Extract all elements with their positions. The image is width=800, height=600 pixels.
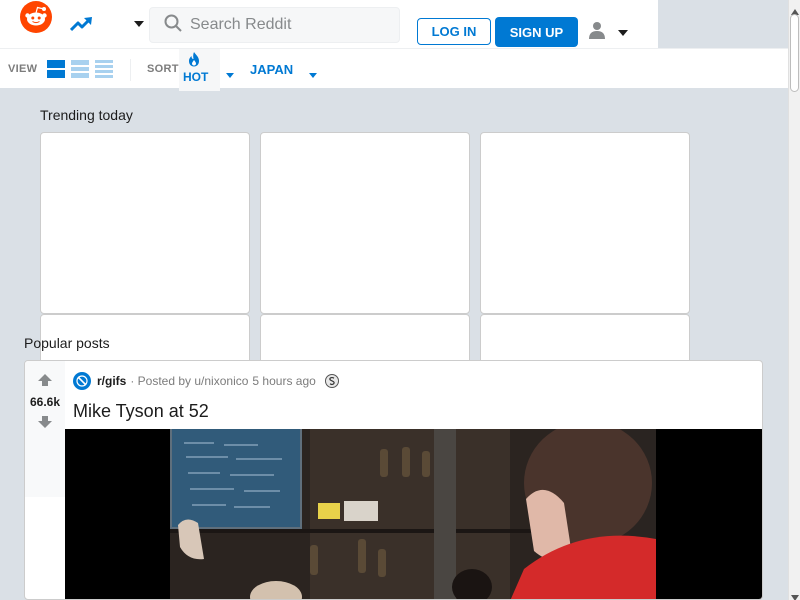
chevron-down-icon — [618, 23, 628, 41]
reddit-logo-icon[interactable] — [20, 1, 52, 33]
award-icon[interactable] — [324, 373, 340, 389]
user-menu[interactable] — [588, 20, 638, 44]
chevron-down-icon[interactable] — [226, 65, 234, 83]
user-icon — [588, 21, 606, 44]
view-label: VIEW — [8, 63, 38, 75]
sort-label: SORT — [147, 63, 179, 75]
signup-button[interactable]: SIGN UP — [495, 17, 578, 47]
divider — [130, 59, 131, 81]
scroll-thumb[interactable] — [790, 14, 799, 92]
downvote-arrow-icon[interactable] — [37, 415, 53, 434]
trending-card[interactable] — [40, 132, 250, 314]
trending-title: Trending today — [40, 107, 133, 123]
post-time: 5 hours ago — [252, 374, 316, 388]
classic-view-icon[interactable] — [71, 60, 89, 79]
header-gap — [658, 0, 788, 48]
search-input[interactable] — [190, 16, 390, 34]
upvote-arrow-icon[interactable] — [37, 373, 53, 392]
posted-by[interactable]: · Posted by u/nixonico — [130, 374, 248, 388]
subreddit-icon[interactable] — [73, 372, 91, 390]
top-header: LOG IN SIGN UP — [0, 0, 658, 48]
post-meta: r/gifs · Posted by u/nixonico 5 hours ag… — [73, 371, 340, 391]
compact-view-icon[interactable] — [95, 60, 113, 78]
post-title[interactable]: Mike Tyson at 52 — [73, 401, 209, 422]
popular-title: Popular posts — [24, 335, 110, 351]
trending-icon[interactable] — [68, 12, 96, 36]
scrollbar[interactable] — [788, 0, 800, 600]
card-view-icon[interactable] — [47, 60, 65, 78]
search-box[interactable] — [149, 7, 400, 43]
vote-count: 66.6k — [29, 395, 61, 409]
post-card[interactable]: 66.6k r/gifs · Posted by u/nixonico 5 ho… — [24, 360, 763, 600]
vote-column: 66.6k — [25, 361, 65, 497]
post-gif-frame — [170, 429, 656, 599]
sort-hot-tab[interactable]: HOT — [179, 49, 220, 91]
subreddit-link[interactable]: r/gifs — [97, 374, 126, 388]
flame-icon — [187, 51, 201, 72]
sort-bar: VIEW SORT HOT JAPAN — [0, 48, 788, 91]
trending-card[interactable] — [480, 132, 690, 314]
sort-value: HOT — [183, 70, 209, 84]
post-media[interactable] — [65, 429, 762, 599]
scroll-down-arrow-icon[interactable] — [791, 588, 799, 600]
chevron-down-icon[interactable] — [309, 65, 317, 83]
search-icon — [164, 14, 182, 37]
login-button[interactable]: LOG IN — [417, 18, 491, 45]
region-selector[interactable]: JAPAN — [250, 62, 293, 77]
chevron-down-icon[interactable] — [130, 16, 148, 32]
trending-card[interactable] — [260, 132, 470, 314]
